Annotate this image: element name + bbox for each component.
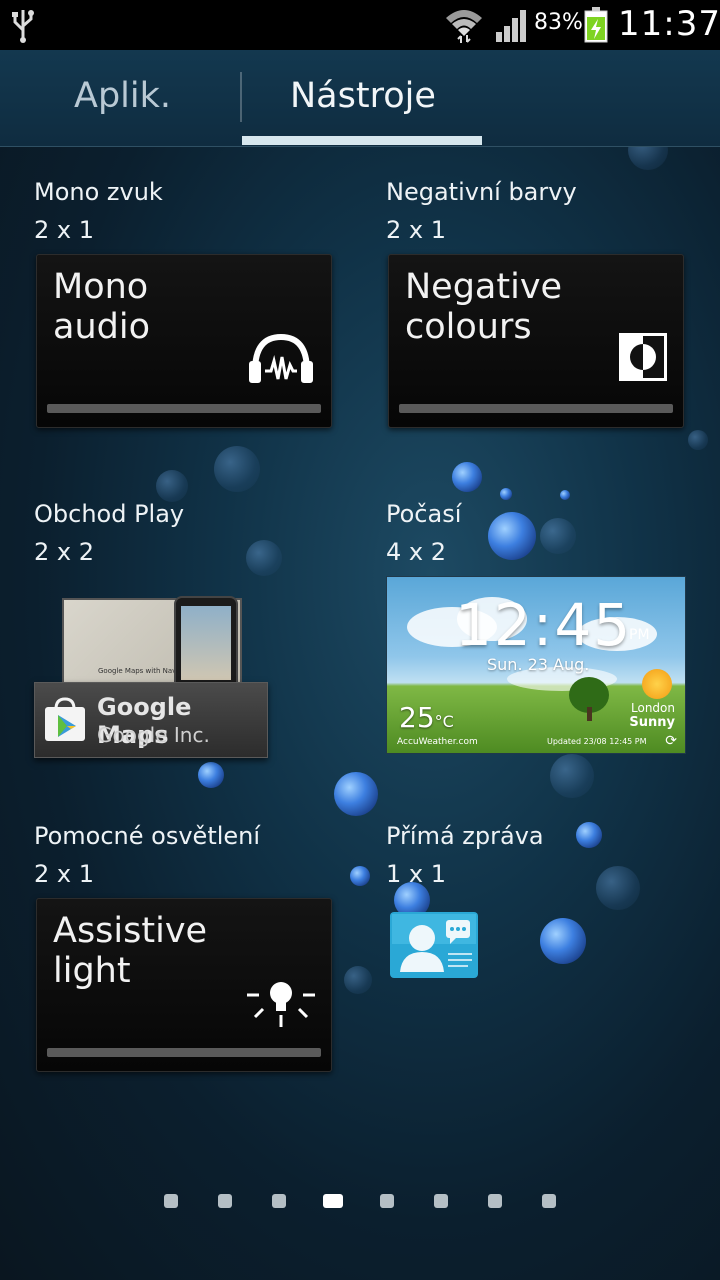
- tab-widgets[interactable]: Nástroje: [290, 76, 436, 116]
- refresh-icon: ⟳: [665, 733, 677, 749]
- widget-play-size: 2 x 2: [34, 538, 94, 566]
- weather-ampm: PM: [629, 627, 650, 643]
- widget-direct-message-size: 1 x 1: [386, 860, 446, 888]
- page-dot[interactable]: [542, 1194, 556, 1208]
- page-dot[interactable]: [218, 1194, 232, 1208]
- widget-weather-preview[interactable]: 12:45 PM Sun. 23 Aug. London Sunny 25°C …: [386, 576, 686, 754]
- widget-assistive-size: 2 x 1: [34, 860, 94, 888]
- tab-bar: Aplik. Nástroje: [0, 50, 720, 147]
- weather-time: 12:45: [455, 591, 633, 659]
- toggle-state-bar: [47, 404, 321, 413]
- battery-charging-icon: [584, 7, 608, 43]
- play-developer: Google Inc.: [97, 723, 210, 747]
- wifi-icon: [446, 10, 482, 43]
- widget-weather-size: 4 x 2: [386, 538, 446, 566]
- widget-negative-size: 2 x 1: [386, 216, 446, 244]
- page-dot[interactable]: [272, 1194, 286, 1208]
- widget-play-preview[interactable]: Google Maps with Navigation™ Google Maps…: [34, 596, 268, 766]
- sun-icon: [642, 669, 672, 699]
- widget-negative-name: Negativní barvy: [386, 178, 577, 206]
- page-dot[interactable]: [164, 1194, 178, 1208]
- widget-direct-message-name: Přímá zpráva: [386, 822, 544, 850]
- page-dot[interactable]: [488, 1194, 502, 1208]
- widget-mono-preview[interactable]: Mono audio: [36, 254, 332, 428]
- phone-image: [174, 596, 238, 692]
- status-clock: 11:37: [618, 4, 720, 44]
- signal-icon: [496, 10, 526, 42]
- battery-percent: 83%: [534, 10, 583, 35]
- weather-temperature: 25°C: [399, 701, 454, 734]
- invert-colors-icon: [619, 333, 667, 381]
- weather-temp-unit: °C: [434, 712, 454, 731]
- bulb-icon: [247, 982, 315, 1027]
- widget-weather-name: Počasí: [386, 500, 462, 528]
- page-dot-active[interactable]: [323, 1194, 343, 1208]
- tab-divider: [240, 72, 242, 122]
- play-app-label: Google Maps Google Inc.: [34, 682, 268, 758]
- widget-negative-preview[interactable]: Negative colours: [388, 254, 684, 428]
- status-bar: 83% 11:37: [0, 0, 720, 50]
- weather-date: Sun. 23 Aug.: [487, 655, 590, 674]
- widget-assistive-preview[interactable]: Assistive light: [36, 898, 332, 1072]
- tab-selected-indicator: [242, 136, 482, 145]
- weather-condition: Sunny: [629, 715, 675, 730]
- play-store-bag-icon: [45, 697, 85, 741]
- contact-message-icon[interactable]: [388, 910, 480, 980]
- widget-play-name: Obchod Play: [34, 500, 185, 528]
- page-dot[interactable]: [380, 1194, 394, 1208]
- toggle-state-bar: [399, 404, 673, 413]
- page-dot[interactable]: [434, 1194, 448, 1208]
- usb-icon: [12, 10, 34, 43]
- toggle-state-bar: [47, 1048, 321, 1057]
- headphones-icon: [249, 333, 313, 383]
- tab-apps[interactable]: Aplik.: [74, 76, 171, 116]
- widget-assistive-name: Pomocné osvětlení: [34, 822, 261, 850]
- widget-mono-size: 2 x 1: [34, 216, 94, 244]
- weather-city: London: [631, 701, 675, 715]
- weather-brand: AccuWeather.com: [397, 737, 478, 747]
- widget-mono-name: Mono zvuk: [34, 178, 163, 206]
- weather-updated: Updated 23/08 12:45 PM: [547, 737, 647, 746]
- page-indicator[interactable]: [0, 1192, 720, 1212]
